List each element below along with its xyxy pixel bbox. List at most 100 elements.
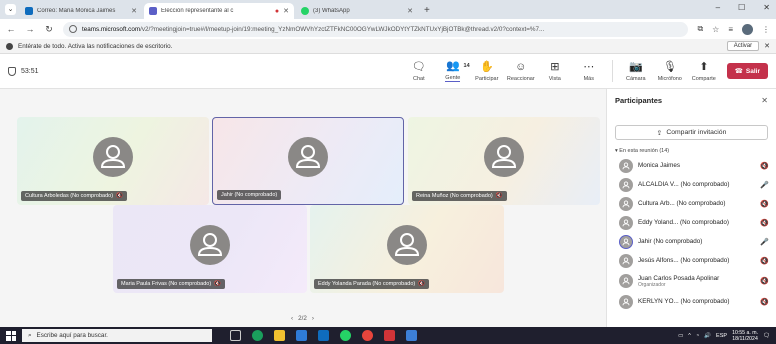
whatsapp-icon[interactable]	[340, 330, 351, 341]
minimize-icon[interactable]: –	[716, 3, 720, 12]
browser-tab-whatsapp[interactable]: (3) WhatsApp ✕	[296, 3, 418, 19]
timer-text: 53:51	[21, 67, 39, 75]
participant-tile[interactable]: Eddy Yolanda Parada (No comprobado) 🔇	[310, 205, 504, 293]
mic-muted-icon: 🔇	[760, 162, 769, 170]
store-icon[interactable]	[296, 330, 307, 341]
install-app-icon[interactable]: ⧉	[697, 24, 703, 34]
mic-muted-icon: 🔇	[760, 257, 769, 265]
app-icon[interactable]	[384, 330, 395, 341]
language-indicator[interactable]: ESP	[716, 333, 727, 339]
gallery-pager: ‹ 2/2 ›	[291, 315, 314, 322]
reload-icon[interactable]: ↻	[44, 24, 54, 35]
participant-role: Organizador	[638, 281, 666, 288]
back-icon[interactable]: ←	[6, 24, 16, 34]
notification-text: Entérate de todo. Activa las notificacio…	[18, 42, 173, 50]
maximize-icon[interactable]: ☐	[738, 3, 745, 12]
taskbar-search-placeholder: Escribe aquí para buscar.	[36, 332, 108, 339]
participant-item[interactable]: KERLYN YO... (No comprobado) 🔇	[607, 292, 776, 311]
camera-button[interactable]: 📷 Cámara	[619, 61, 653, 82]
mic-button[interactable]: 🎙 Micrófono	[653, 61, 687, 82]
close-tab-icon[interactable]: ✕	[131, 7, 137, 15]
participant-item-organizer[interactable]: Juan Carlos Posada Apolinar Organizador 🔇	[607, 270, 776, 292]
participant-item[interactable]: Monica Jaimes 🔇	[607, 156, 776, 175]
shield-icon	[8, 66, 16, 76]
close-tab-icon[interactable]: ✕	[407, 7, 413, 15]
extensions-icon[interactable]: ≡	[728, 25, 733, 34]
windows-start-icon[interactable]	[6, 330, 16, 341]
close-panel-icon[interactable]: ✕	[761, 96, 768, 105]
network-icon[interactable]: ◔	[696, 333, 699, 339]
people-button[interactable]: 👥 14 Gente	[436, 60, 470, 82]
tile-name: Eddy Yolanda Parada (No comprobado)	[318, 281, 416, 287]
panel-header: Participantes ✕	[607, 89, 776, 111]
info-icon	[6, 42, 13, 50]
clock-time: 10:55 a. m.	[732, 329, 759, 336]
page-indicator: 2/2	[298, 315, 307, 322]
view-button[interactable]: ⊞ Vista	[538, 61, 572, 82]
chat-icon: 🗨	[411, 60, 426, 73]
word-icon[interactable]	[406, 330, 417, 341]
participant-item[interactable]: Eddy Yoland... (No comprobado) 🔇	[607, 213, 776, 232]
in-meeting-section-toggle[interactable]: ▾ En esta reunión (14)	[607, 146, 776, 156]
react-button[interactable]: ☺ Reaccionar	[504, 61, 538, 82]
participant-tile-active[interactable]: Jahir (No comprobado)	[212, 117, 404, 205]
mic-off-icon: 🎙	[662, 60, 677, 73]
next-page-icon[interactable]: ›	[312, 315, 314, 322]
share-button[interactable]: ⬆ Comparte	[687, 61, 721, 82]
leave-button[interactable]: ☎ Salir	[726, 63, 768, 79]
browser-tab-mail[interactable]: Correo: Maria Monica Jaimes ✕	[20, 3, 142, 19]
participant-name: Jahir (No comprobado)	[638, 238, 703, 245]
url-input[interactable]: teams.microsoft.com/v2/?meetingjoin=true…	[63, 21, 689, 37]
share-invite-button[interactable]: ⇪ Compartir invitación	[615, 125, 768, 140]
chat-button[interactable]: 🗨 Chat	[402, 61, 436, 82]
people-label: Gente	[445, 75, 461, 82]
taskbar-clock[interactable]: 10:55 a. m. 18/11/2024	[732, 330, 758, 342]
forward-icon[interactable]: →	[25, 24, 35, 34]
participant-item[interactable]: ALCALDIA V... (No comprobado) 🎤	[607, 175, 776, 194]
people-count: 14	[463, 63, 470, 69]
chrome-icon[interactable]	[362, 330, 373, 341]
volume-icon[interactable]: 🔊	[704, 333, 711, 339]
tile-name-tag: Jahir (No comprobado)	[217, 190, 282, 200]
participant-item-speaking[interactable]: Jahir (No comprobado) 🎤	[607, 232, 776, 251]
notifications-icon[interactable]: 🗨	[763, 333, 770, 339]
participant-tile[interactable]: Reina Muñoz (No comprobado) 🔇	[408, 117, 600, 205]
participant-tile[interactable]: Maria Paula Frivas (No comprobado) 🔇	[113, 205, 307, 293]
dismiss-notification-icon[interactable]: ✕	[764, 42, 770, 50]
meeting-toolbar: 53:51 🗨 Chat 👥 14 Gente ✋ Participar ☺ Re…	[0, 54, 776, 89]
edge-icon[interactable]	[252, 330, 263, 341]
new-tab-icon[interactable]: +	[424, 5, 430, 16]
camera-label: Cámara	[626, 75, 646, 82]
participant-name: Eddy Yoland... (No comprobado)	[638, 219, 730, 226]
mic-muted-icon: 🔇	[760, 278, 769, 285]
tile-name-tag: Eddy Yolanda Parada (No comprobado) 🔇	[314, 279, 430, 289]
raise-hand-button[interactable]: ✋ Participar	[470, 61, 504, 82]
mic-muted-icon: 🔇	[760, 219, 769, 227]
taskbar-search-input[interactable]: ⌕ Escribe aquí para buscar.	[22, 329, 212, 342]
tile-name-tag: Reina Muñoz (No comprobado) 🔇	[412, 191, 507, 201]
close-tab-icon[interactable]: ✕	[283, 7, 289, 15]
menu-icon[interactable]: ⋮	[762, 25, 770, 34]
participant-item[interactable]: Cultura Arb... (No comprobado) 🔇	[607, 194, 776, 213]
mic-muted-icon: 🔇	[418, 281, 426, 287]
previous-page-icon[interactable]: ‹	[291, 315, 293, 322]
tab-search-icon[interactable]: ⌄	[5, 4, 16, 15]
close-window-icon[interactable]: ✕	[763, 3, 770, 12]
site-info-icon[interactable]	[69, 25, 77, 33]
view-label: Vista	[548, 75, 561, 82]
profile-avatar[interactable]	[742, 23, 753, 35]
mail-icon[interactable]	[318, 330, 329, 341]
participant-item[interactable]: Jesús Alfons... (No comprobado) 🔇	[607, 251, 776, 270]
avatar-person-icon	[619, 234, 633, 249]
file-explorer-icon[interactable]	[274, 330, 285, 341]
enable-notifications-button[interactable]: Activar	[726, 41, 760, 51]
participant-tile[interactable]: Cultura Arboledas (No comprobado) 🔇	[17, 117, 209, 205]
task-view-icon[interactable]	[230, 330, 241, 341]
tray-apps-icon[interactable]: ▭	[678, 333, 683, 339]
more-button[interactable]: ⋯ Más	[572, 61, 606, 82]
avatar-person-icon	[619, 294, 633, 309]
more-label: Más	[583, 75, 594, 82]
browser-tab-teams[interactable]: Elección representante al c ● ✕	[144, 3, 294, 19]
chevron-up-icon[interactable]: ^	[688, 333, 691, 339]
bookmark-star-icon[interactable]: ☆	[712, 25, 719, 34]
